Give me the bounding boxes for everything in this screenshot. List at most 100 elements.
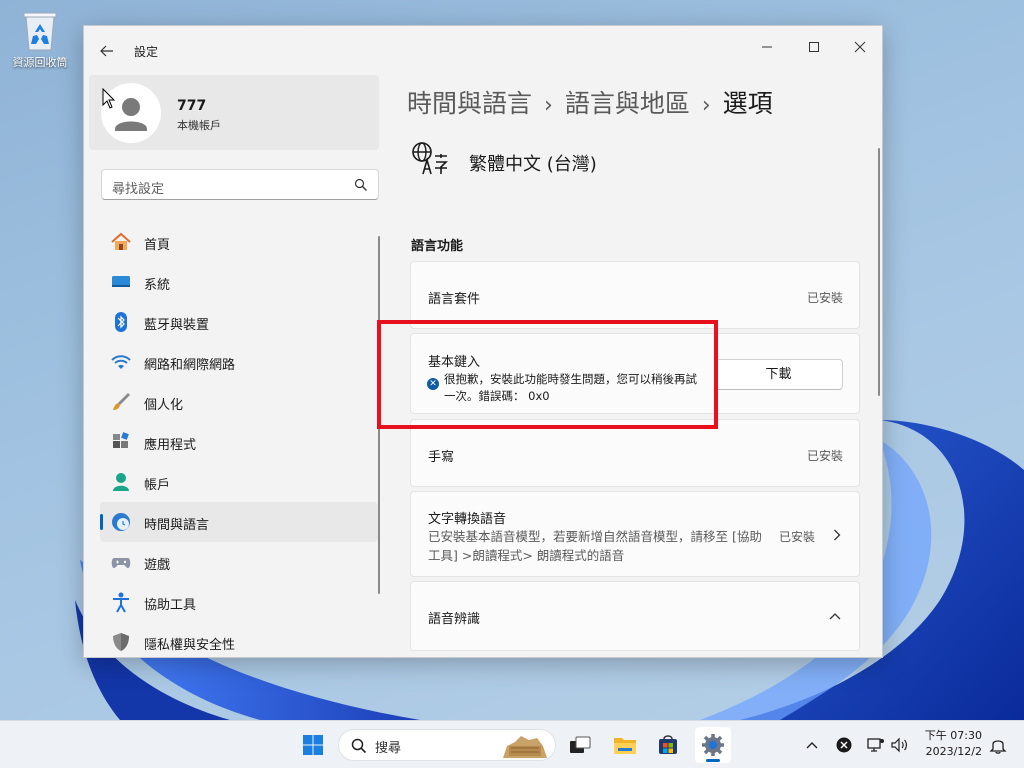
close-icon <box>854 41 866 53</box>
sidebar-item-apps[interactable]: 應用程式 <box>100 422 378 462</box>
sidebar-item-system[interactable]: 系統 <box>100 262 378 302</box>
clock-date: 2023/12/2 <box>925 745 982 758</box>
gear-icon <box>702 734 724 756</box>
gamepad-icon <box>111 558 131 568</box>
file-explorer-button[interactable] <box>607 727 643 763</box>
sidebar-item-time-language[interactable]: 時間與語言 <box>100 502 378 542</box>
sidebar-item-label: 隱私權與安全性 <box>144 638 236 653</box>
feature-speech-recognition[interactable]: 語音辨識 <box>410 581 860 651</box>
shield-icon <box>113 633 129 651</box>
sidebar-item-label: 協助工具 <box>144 598 197 613</box>
arrow-left-icon <box>100 45 113 57</box>
sidebar-item-label: 個人化 <box>144 398 184 413</box>
mouse-cursor-icon <box>102 88 116 109</box>
download-button[interactable]: 下載 <box>714 359 843 390</box>
sidebar-item-privacy[interactable]: 隱私權與安全性 <box>100 622 378 657</box>
sidebar-item-home[interactable]: 首頁 <box>100 222 378 262</box>
divider <box>411 650 859 651</box>
back-button[interactable] <box>94 38 120 64</box>
tray-overflow-button[interactable] <box>802 735 822 755</box>
error-circle-icon <box>836 737 852 753</box>
search-placeholder: 尋找設定 <box>112 182 165 197</box>
feature-status: 已安裝 <box>806 449 843 463</box>
sidebar-item-bluetooth[interactable]: 藍牙與裝置 <box>100 302 378 342</box>
notification-button[interactable] <box>988 735 1008 755</box>
maximize-button[interactable] <box>791 32 837 62</box>
profile-card[interactable]: 777 本機帳戶 <box>89 75 379 150</box>
start-button[interactable] <box>295 727 331 763</box>
network-icon <box>867 738 884 752</box>
breadcrumb-language-region[interactable]: 語言與地區 <box>565 89 690 118</box>
feature-title: 文字轉換語音 <box>428 512 507 527</box>
search-icon <box>354 178 367 191</box>
feature-status: 已安裝 <box>806 291 843 305</box>
sidebar-item-personalization[interactable]: 個人化 <box>100 382 378 422</box>
store-icon <box>659 735 677 754</box>
close-button[interactable] <box>837 32 882 62</box>
sidebar-item-label: 系統 <box>144 278 171 293</box>
sidebar-item-label: 遊戲 <box>144 558 171 573</box>
feature-title: 語音辨識 <box>428 612 481 627</box>
feature-title: 語言套件 <box>428 292 481 307</box>
recycle-bin-desktop-icon[interactable]: 資源回收筒 <box>6 8 74 70</box>
maximize-icon <box>809 42 819 52</box>
speaker-icon <box>891 737 907 753</box>
sidebar-item-gaming[interactable]: 遊戲 <box>100 542 378 582</box>
feature-handwriting: 手寫 已安裝 <box>410 419 860 487</box>
apps-icon <box>113 432 129 448</box>
sidebar-item-network[interactable]: 網路和網際網路 <box>100 342 378 382</box>
volume-button[interactable] <box>890 735 910 755</box>
sidebar-item-label: 網路和網際網路 <box>144 358 236 373</box>
accessibility-icon <box>113 592 129 613</box>
tray-error-button[interactable] <box>834 735 854 755</box>
windows-logo-icon <box>303 735 323 755</box>
minimize-icon <box>762 46 772 48</box>
active-indicator <box>100 514 103 530</box>
sidebar-item-accessibility[interactable]: 協助工具 <box>100 582 378 622</box>
profile-name: 777 <box>177 98 207 114</box>
profile-account-type: 本機帳戶 <box>177 119 221 132</box>
chevron-up-icon <box>806 742 818 749</box>
section-title: 語言功能 <box>411 239 464 254</box>
search-highlight-image-icon <box>503 736 547 758</box>
breadcrumb-separator: › <box>701 93 711 118</box>
feature-text-to-speech[interactable]: 文字轉換語音 已安裝基本語音模型，若要新增自然語音模型，請移至 [協助工具] >… <box>410 491 860 577</box>
active-app-indicator <box>706 759 720 762</box>
system-icon <box>112 276 130 287</box>
sidebar-nav: 首頁 系統 藍牙與裝置 網路和網際網路 個人化 應用程式 帳戶 時間與語言 遊戲… <box>100 222 378 657</box>
taskbar-search-placeholder: 搜尋 <box>375 741 402 756</box>
feature-status: 已安裝 <box>778 530 815 544</box>
chevron-right-icon <box>834 529 841 541</box>
clock[interactable]: 下午 07:30 2023/12/2 <box>918 728 982 760</box>
sidebar-item-accounts[interactable]: 帳戶 <box>100 462 378 502</box>
wifi-icon <box>111 355 131 369</box>
chevron-up-icon <box>829 613 841 620</box>
feature-description: 已安裝基本語音模型，若要新增自然語音模型，請移至 [協助工具] >朗讀程式> 朗… <box>428 529 762 563</box>
content-scrollbar[interactable] <box>878 148 880 396</box>
breadcrumb-time-language[interactable]: 時間與語言 <box>407 89 532 118</box>
sidebar-item-label: 帳戶 <box>144 478 171 493</box>
app-title: 設定 <box>134 45 159 59</box>
task-view-icon <box>570 736 591 753</box>
brush-icon <box>113 393 130 410</box>
language-icon <box>412 142 448 175</box>
breadcrumb-options: 選項 <box>722 89 773 118</box>
notification-bell-icon <box>989 740 1007 754</box>
sidebar-item-label: 應用程式 <box>144 438 197 453</box>
recycle-bin-label: 資源回收筒 <box>12 56 68 69</box>
clock-time: 下午 07:30 <box>924 729 982 742</box>
title-bar: 設定 <box>84 26 882 74</box>
taskbar-search-input[interactable]: 搜尋 <box>338 729 556 761</box>
home-icon <box>111 232 131 250</box>
task-view-button[interactable] <box>562 727 598 763</box>
language-name: 繁體中文 (台灣) <box>469 154 597 175</box>
recycle-bin-icon <box>20 8 60 52</box>
minimize-button[interactable] <box>744 32 790 62</box>
search-input[interactable]: 尋找設定 <box>101 169 379 200</box>
network-status-button[interactable] <box>866 735 886 755</box>
store-button[interactable] <box>650 727 686 763</box>
bluetooth-icon <box>115 312 127 332</box>
settings-taskbar-button[interactable] <box>695 727 731 763</box>
feature-title: 手寫 <box>428 450 455 465</box>
search-icon <box>351 738 367 754</box>
